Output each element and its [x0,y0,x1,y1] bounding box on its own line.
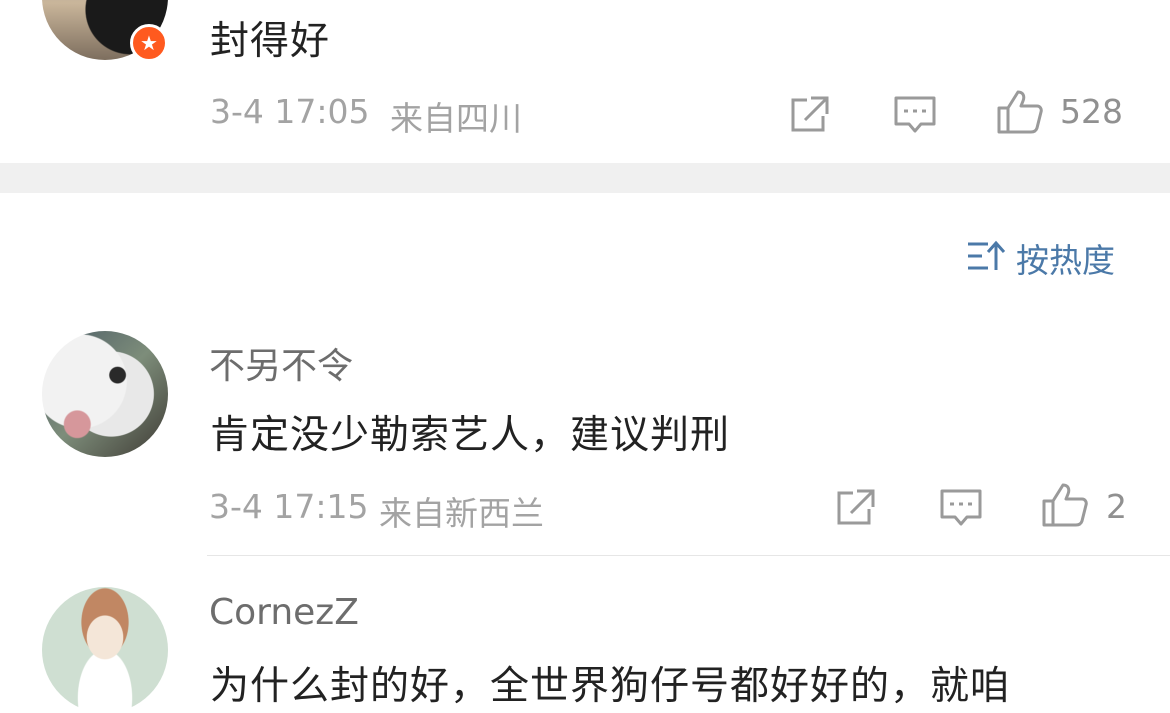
like-icon[interactable] [996,88,1044,136]
like-count: 528 [1060,92,1123,131]
username[interactable]: CornezZ [209,592,359,633]
like-count: 2 [1106,487,1127,526]
avatar[interactable] [42,331,168,457]
comment-text: 肯定没少勒索艺人，建议判刑 [210,413,731,458]
comment-divider [207,555,1170,556]
comment-location: 来自四川 [390,99,522,138]
verified-badge-icon: ★ [130,24,168,62]
comment-icon[interactable] [893,94,937,136]
share-icon[interactable] [835,487,877,527]
comment-text: 为什么封的好，全世界狗仔号都好好的，就咱 [210,664,1011,709]
comment-time: 3-4 17:15 [209,487,369,526]
comment-icon[interactable] [939,487,983,529]
avatar[interactable] [42,587,168,713]
section-divider [0,163,1170,193]
sort-toggle[interactable]: 按热度 [966,236,1115,280]
comment-location: 来自新西兰 [379,494,544,533]
sort-icon [966,238,1006,278]
comment-text: 封得好 [210,19,331,64]
sort-label: 按热度 [1016,241,1115,280]
comment-time: 3-4 17:05 [210,92,370,131]
share-icon[interactable] [789,94,831,134]
like-icon[interactable] [1041,481,1089,529]
username[interactable]: 不另不令 [209,337,353,389]
